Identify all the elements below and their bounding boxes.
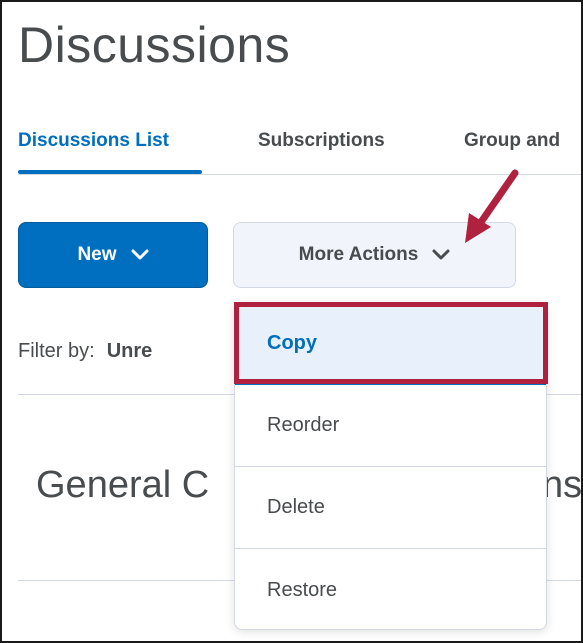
tab-discussions-list[interactable]: Discussions List xyxy=(18,130,169,152)
filter-bar: Filter by: Unre xyxy=(18,340,152,363)
filter-label: Filter by: xyxy=(18,340,95,362)
filter-value[interactable]: Unre xyxy=(107,340,153,362)
tab-subscriptions[interactable]: Subscriptions xyxy=(258,130,385,152)
screenshot-frame: Discussions Discussions List Subscriptio… xyxy=(0,0,583,643)
tab-bar: Discussions List Subscriptions Group and xyxy=(2,120,581,176)
section-heading-end: ns xyxy=(542,464,583,506)
more-actions-button[interactable]: More Actions xyxy=(233,222,516,288)
new-button-label: New xyxy=(77,244,117,265)
menu-item-restore[interactable]: Restore xyxy=(235,549,546,631)
menu-item-delete[interactable]: Delete xyxy=(235,467,546,549)
more-actions-menu: Copy Reorder Delete Restore xyxy=(234,302,547,630)
menu-item-copy[interactable]: Copy xyxy=(235,303,546,385)
menu-item-reorder[interactable]: Reorder xyxy=(235,385,546,467)
tabs-divider xyxy=(18,174,581,175)
more-actions-label: More Actions xyxy=(298,244,419,265)
chevron-down-icon xyxy=(432,249,450,260)
section-heading: General C xyxy=(36,464,210,506)
chevron-down-icon xyxy=(131,249,149,260)
page-title: Discussions xyxy=(18,17,291,73)
new-button[interactable]: New xyxy=(18,222,208,288)
tab-group-and[interactable]: Group and xyxy=(464,130,560,152)
